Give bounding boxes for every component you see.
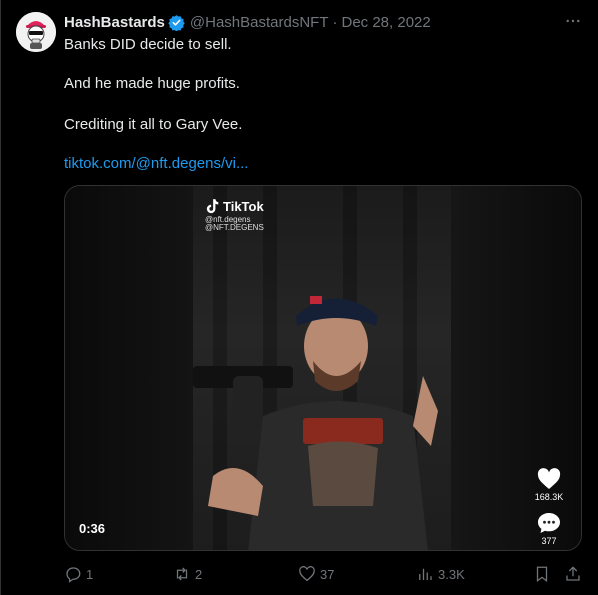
video-duration: 0:36	[79, 521, 106, 536]
view-count: 3.3K	[438, 566, 465, 582]
heart-filled-icon	[537, 468, 561, 489]
retweet-icon	[176, 567, 188, 581]
like-button[interactable]: 37	[298, 565, 334, 583]
tweet-header: HashBastards @HashBastardsNFT · Dec 28, …	[64, 12, 582, 32]
share-icon	[566, 566, 580, 581]
bookmark-icon	[536, 566, 548, 583]
reply-button[interactable]: 1	[64, 565, 93, 583]
tiktok-watermark: TikTok	[205, 198, 264, 214]
video-frame[interactable]	[193, 186, 451, 550]
more-horizontal-icon[interactable]	[564, 12, 582, 35]
header-separator: ·	[332, 13, 338, 31]
like-count: 37	[320, 566, 335, 582]
views-chart-icon	[419, 568, 432, 580]
tiktok-username: @nft.degens @NFT.DEGENS	[205, 216, 264, 232]
tweet-text-line-1: Banks DID decide to sell.	[64, 36, 232, 53]
left-divider	[0, 0, 1, 595]
author-name[interactable]: HashBastards	[64, 14, 165, 31]
video-like-counter[interactable]: 168.3K	[531, 468, 567, 502]
tweet-actions: 1 2 37 3.3K	[64, 563, 582, 585]
reply-icon	[66, 567, 81, 583]
bookmark-button[interactable]	[533, 565, 551, 583]
verified-badge-icon	[168, 14, 185, 31]
reply-count: 1	[86, 566, 94, 582]
tiktok-brand: TikTok	[223, 198, 264, 214]
tweet-text-line-3: Crediting it all to Gary Vee.	[64, 116, 243, 133]
video-comment-counter[interactable]: 377	[531, 512, 567, 546]
tweet-text-line-2: And he made huge profits.	[64, 75, 240, 92]
author-handle[interactable]: @HashBastardsNFT	[190, 14, 329, 31]
comment-bubble-icon	[538, 513, 560, 533]
views-button[interactable]: 3.3K	[416, 565, 465, 583]
retweet-count: 2	[195, 566, 203, 582]
video-comment-count: 377	[541, 536, 557, 546]
tiktok-icon	[206, 199, 219, 214]
share-button[interactable]	[564, 565, 582, 583]
video-person-illustration	[193, 296, 438, 550]
tiktok-link[interactable]: tiktok.com/@nft.degens/vi...	[64, 155, 248, 172]
avatar-skull-icon	[16, 12, 56, 52]
video-player[interactable]: TikTok @nft.degens @NFT.DEGENS 168.3K 37…	[64, 185, 582, 551]
tiktok-username-line-2: @NFT.DEGENS	[205, 223, 264, 232]
tweet-date[interactable]: Dec 28, 2022	[342, 14, 431, 31]
avatar[interactable]	[16, 12, 56, 52]
video-like-count: 168.3K	[534, 492, 564, 502]
retweet-button[interactable]: 2	[173, 565, 202, 583]
heart-icon	[299, 566, 315, 582]
